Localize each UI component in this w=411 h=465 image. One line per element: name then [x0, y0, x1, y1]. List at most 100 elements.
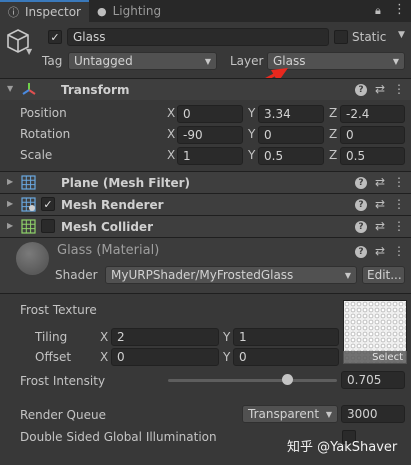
foldout-collapsed-icon[interactable]: ▶	[7, 221, 13, 230]
chevron-down-icon: ▼	[344, 271, 351, 280]
rotation-label: Rotation	[20, 127, 71, 141]
render-queue-mode: Transparent	[248, 407, 320, 421]
frost-intensity-slider-track[interactable]	[168, 379, 337, 382]
tab-inspector-label: Inspector	[25, 5, 81, 19]
axis-x-label: X	[100, 330, 109, 344]
axis-y-label: Y	[223, 350, 231, 364]
mesh-filter-header[interactable]: ▶ Plane (Mesh Filter) ? ⇄ ⋮	[0, 171, 411, 193]
kebab-menu-icon[interactable]: ⋮	[393, 2, 406, 17]
axis-y-label: Y	[248, 148, 256, 162]
scale-z-field[interactable]: 0.5	[340, 147, 405, 165]
kebab-menu-icon[interactable]: ⋮	[393, 197, 405, 211]
shader-dropdown[interactable]: MyURPShader/MyFrostedGlass ▼	[105, 266, 357, 284]
mesh-filter-icon	[21, 175, 36, 190]
tag-value: Untagged	[74, 54, 133, 68]
mesh-collider-icon	[21, 219, 36, 234]
tiling-y-field[interactable]: 1	[233, 328, 339, 346]
axis-x-label: X	[167, 127, 176, 141]
transform-title: Transform	[61, 83, 130, 97]
preset-sliders-icon[interactable]: ⇄	[375, 175, 385, 189]
foldout-collapsed-icon[interactable]: ▶	[7, 199, 13, 208]
help-icon[interactable]: ?	[354, 84, 367, 96]
header-icons: ? ⇄ ⋮	[354, 82, 405, 96]
header-icons: ? ⇄ ⋮	[354, 219, 405, 233]
rotation-x-field[interactable]: -90	[177, 126, 243, 144]
watermark: 知乎 @YakShaver	[287, 440, 398, 455]
foldout-collapsed-icon[interactable]: ▶	[7, 177, 13, 186]
mesh-renderer-enabled-checkbox[interactable]: ✓	[41, 197, 55, 211]
static-label: Static	[352, 30, 387, 44]
active-checkbox[interactable]: ✓	[48, 30, 62, 44]
kebab-menu-icon[interactable]: ⋮	[393, 244, 405, 258]
mesh-collider-header[interactable]: ▶ Mesh Collider ? ⇄ ⋮	[0, 215, 411, 237]
static-dropdown-arrow-icon[interactable]: ▼	[398, 30, 405, 40]
kebab-menu-icon[interactable]: ⋮	[393, 219, 405, 233]
position-x-field[interactable]: 0	[177, 105, 243, 123]
static-checkbox[interactable]	[334, 30, 348, 44]
material-title: Glass (Material)	[57, 243, 160, 258]
material-header-icons: ? ⇄ ⋮	[354, 244, 405, 258]
lightbulb-icon: ●	[97, 4, 107, 18]
axis-x-label: X	[100, 350, 109, 364]
axis-x-label: X	[167, 106, 176, 120]
transform-header[interactable]: ▼ Transform ? ⇄ ⋮	[0, 78, 411, 100]
preset-sliders-icon[interactable]: ⇄	[375, 197, 385, 211]
edit-label: Edit...	[367, 268, 402, 282]
texture-select-button[interactable]: Select	[343, 351, 407, 364]
edit-shader-button[interactable]: Edit...	[362, 266, 405, 284]
axis-y-label: Y	[248, 127, 256, 141]
help-icon[interactable]: ?	[354, 246, 367, 258]
kebab-menu-icon[interactable]: ⋮	[393, 175, 405, 189]
chevron-down-icon: ▼	[204, 57, 211, 66]
scale-y-field[interactable]: 0.5	[258, 147, 324, 165]
tiling-x-field[interactable]: 2	[111, 328, 219, 346]
position-y-field[interactable]: 3.34	[258, 105, 324, 123]
icon-dropdown-arrow-icon[interactable]: ▼	[26, 47, 32, 56]
info-icon: ⓘ	[8, 6, 19, 19]
render-queue-label: Render Queue	[20, 408, 106, 422]
preset-sliders-icon[interactable]: ⇄	[375, 82, 385, 96]
name-field[interactable]: Glass	[67, 28, 329, 46]
frost-intensity-label: Frost Intensity	[20, 374, 106, 388]
frost-intensity-field[interactable]: 0.705	[341, 371, 405, 389]
preset-sliders-icon[interactable]: ⇄	[375, 219, 385, 233]
mesh-collider-title: Mesh Collider	[61, 220, 153, 234]
transform-icon	[22, 83, 36, 95]
shader-value: MyURPShader/MyFrostedGlass	[111, 268, 294, 282]
scale-label: Scale	[20, 148, 53, 162]
foldout-expanded-icon[interactable]: ▼	[7, 84, 13, 93]
kebab-menu-icon[interactable]: ⋮	[393, 82, 405, 96]
mesh-collider-enabled-checkbox[interactable]	[41, 219, 55, 233]
help-icon[interactable]: ?	[354, 221, 367, 233]
rotation-y-field[interactable]: 0	[258, 126, 324, 144]
header-icons: ? ⇄ ⋮	[354, 197, 405, 211]
tag-dropdown[interactable]: Untagged ▼	[68, 52, 217, 70]
tab-lighting[interactable]: ● Lighting	[89, 0, 179, 22]
mesh-renderer-header[interactable]: ▶ ✓ Mesh Renderer ? ⇄ ⋮	[0, 193, 411, 215]
material-preview-sphere	[16, 242, 49, 275]
mesh-renderer-title: Mesh Renderer	[61, 198, 164, 212]
render-queue-dropdown[interactable]: Transparent ▼	[242, 405, 338, 423]
preset-sliders-icon[interactable]: ⇄	[375, 244, 385, 258]
offset-y-field[interactable]: 0	[233, 348, 339, 366]
mesh-filter-title: Plane (Mesh Filter)	[61, 176, 190, 190]
lock-icon[interactable]: 🔒︎	[375, 4, 381, 18]
scale-x-field[interactable]: 1	[177, 147, 243, 165]
axis-z-label: Z	[329, 106, 338, 120]
frost-texture-label: Frost Texture	[20, 303, 97, 317]
tag-label: Tag	[42, 54, 63, 68]
chevron-down-icon: ▼	[392, 57, 399, 66]
axis-z-label: Z	[329, 148, 338, 162]
position-label: Position	[20, 106, 67, 120]
help-icon[interactable]: ?	[354, 199, 367, 211]
tab-inspector[interactable]: ⓘ Inspector	[0, 0, 89, 22]
render-queue-field[interactable]: 3000	[341, 405, 405, 423]
rotation-z-field[interactable]: 0	[340, 126, 405, 144]
position-z-field[interactable]: -2.4	[340, 105, 405, 123]
axis-z-label: Z	[329, 127, 338, 141]
help-icon[interactable]: ?	[354, 177, 367, 189]
offset-x-field[interactable]: 0	[111, 348, 219, 366]
double-sided-gi-label: Double Sided Global Illumination	[20, 430, 217, 444]
offset-label: Offset	[35, 350, 72, 364]
frost-intensity-slider-thumb[interactable]	[281, 374, 293, 385]
